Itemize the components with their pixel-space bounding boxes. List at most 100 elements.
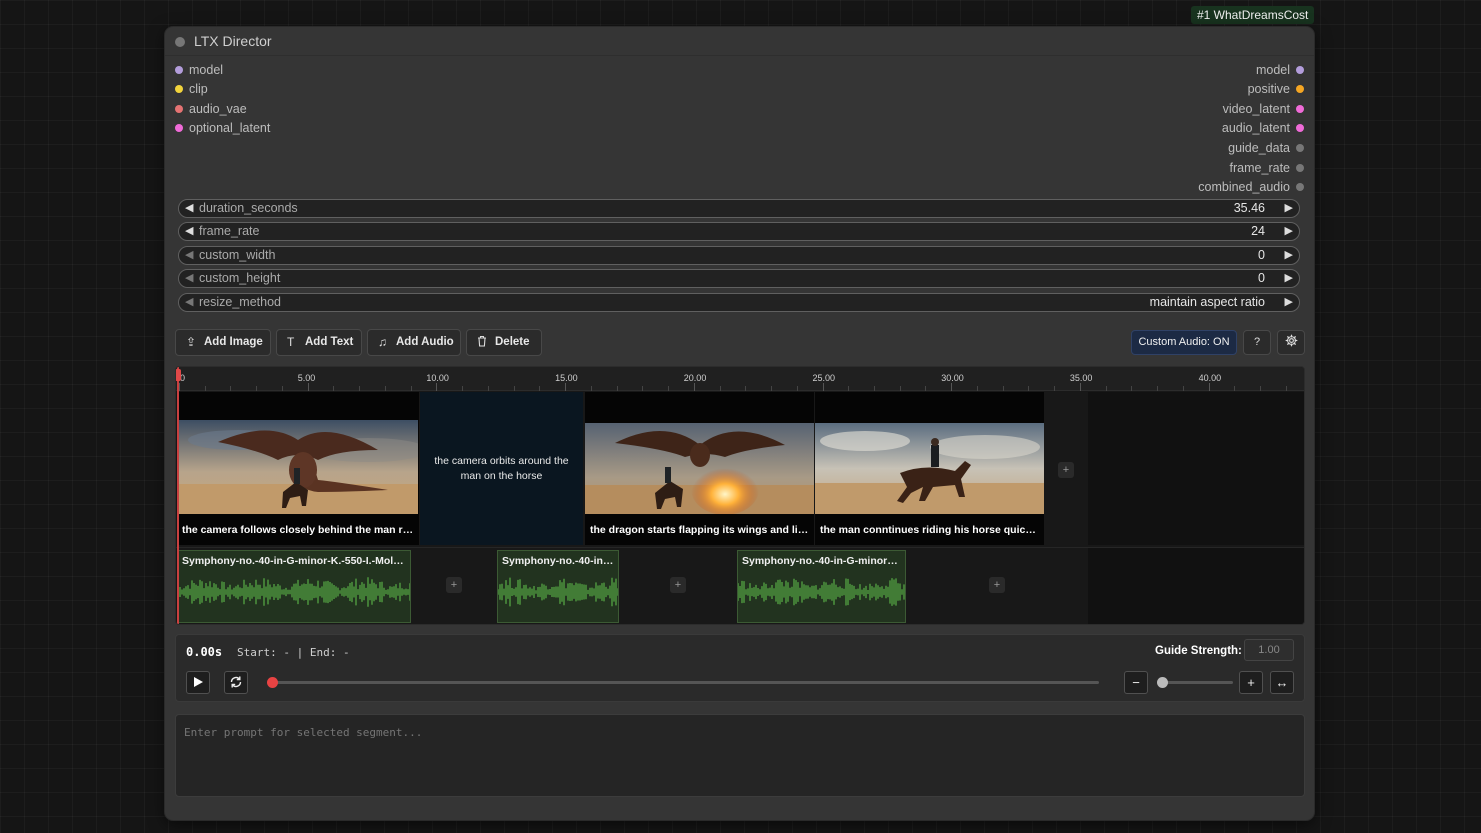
slot-dot-icon[interactable] bbox=[1296, 164, 1304, 172]
input-slot-audio-vae[interactable]: audio_vae bbox=[170, 100, 247, 118]
add-audio-segment-button[interactable]: + bbox=[670, 577, 686, 593]
input-slot-clip[interactable]: clip bbox=[170, 80, 208, 98]
widget-value[interactable]: 0 bbox=[1258, 270, 1265, 287]
decrement-arrow-icon[interactable]: ◀ bbox=[185, 247, 193, 264]
scrubber-knob[interactable] bbox=[267, 677, 278, 688]
audio-segment-name: Symphony-no.-40-in-G-minor-K.-550-I.-Mol… bbox=[182, 555, 406, 567]
slot-dot-icon[interactable] bbox=[1296, 124, 1304, 132]
slot-dot-icon[interactable] bbox=[1296, 183, 1304, 191]
output-slot-guide-data[interactable]: guide_data bbox=[1228, 139, 1309, 157]
audio-segment-1[interactable]: Symphony-no.-40-in-G-minor-K.-550-I.-Mol… bbox=[177, 550, 411, 623]
help-button[interactable]: ? bbox=[1243, 330, 1271, 355]
audio-segment-3[interactable]: Symphony-no.-40-in-G-minor-K.-550-I bbox=[737, 550, 906, 623]
increment-arrow-icon[interactable]: ▶ bbox=[1285, 200, 1293, 217]
increment-arrow-icon[interactable]: ▶ bbox=[1285, 247, 1293, 264]
slot-dot-icon[interactable] bbox=[175, 85, 183, 93]
video-segment-2-text[interactable]: the camera orbits around the man on the … bbox=[420, 392, 583, 545]
custom-audio-toggle[interactable]: Custom Audio: ON bbox=[1131, 330, 1237, 355]
input-slot-optional-latent[interactable]: optional_latent bbox=[170, 119, 270, 137]
ltx-director-node[interactable]: LTX Director model clip audio_vae option… bbox=[165, 27, 1314, 820]
slot-dot-icon[interactable] bbox=[175, 105, 183, 113]
decrement-arrow-icon[interactable]: ◀ bbox=[185, 223, 193, 240]
widget-value[interactable]: 35.46 bbox=[1234, 200, 1265, 217]
input-slot-model[interactable]: model bbox=[170, 61, 223, 79]
ruler-tick bbox=[873, 386, 875, 391]
ruler-label: 35.00 bbox=[1069, 373, 1093, 383]
guide-strength-input[interactable]: 1.00 bbox=[1244, 639, 1294, 661]
increment-arrow-icon[interactable]: ▶ bbox=[1285, 270, 1293, 287]
widget-value[interactable]: 0 bbox=[1258, 247, 1265, 264]
widget-custom-width[interactable]: ◀ custom_width 0 ▶ bbox=[178, 246, 1300, 265]
widget-frame-rate[interactable]: ◀ frame_rate 24 ▶ bbox=[178, 222, 1300, 241]
output-slot-frame-rate[interactable]: frame_rate bbox=[1230, 159, 1309, 177]
settings-button[interactable] bbox=[1277, 330, 1305, 355]
upload-icon: ⇪ bbox=[186, 335, 197, 349]
add-audio-button[interactable]: ♫ Add Audio bbox=[367, 329, 461, 356]
button-label: Add Audio bbox=[396, 336, 454, 348]
segment-caption: the camera follows closely behind the ma… bbox=[182, 524, 415, 536]
segment-thumbnail bbox=[585, 423, 814, 514]
output-slot-video-latent[interactable]: video_latent bbox=[1223, 100, 1309, 118]
play-button[interactable] bbox=[186, 671, 210, 694]
output-slot-positive[interactable]: positive bbox=[1248, 80, 1309, 98]
video-segment-1[interactable]: the camera follows closely behind the ma… bbox=[177, 392, 419, 545]
ruler-tick bbox=[410, 386, 412, 391]
ruler-tick bbox=[256, 386, 258, 391]
ruler-tick bbox=[1028, 386, 1030, 391]
add-text-button[interactable]: T Add Text bbox=[276, 329, 362, 356]
decrement-arrow-icon[interactable]: ◀ bbox=[185, 270, 193, 287]
ruler-tick bbox=[899, 386, 901, 391]
collapse-dot-icon[interactable] bbox=[175, 37, 185, 47]
delete-button[interactable]: Delete bbox=[466, 329, 542, 356]
slot-label: model bbox=[1255, 63, 1290, 77]
segment-prompt-input[interactable] bbox=[175, 714, 1305, 797]
output-slot-combined-audio[interactable]: combined_audio bbox=[1198, 178, 1309, 196]
slot-dot-icon[interactable] bbox=[1296, 66, 1304, 74]
decrement-arrow-icon[interactable]: ◀ bbox=[185, 294, 193, 311]
slot-dot-icon[interactable] bbox=[175, 124, 183, 132]
fit-timeline-button[interactable]: ↔ bbox=[1270, 671, 1294, 694]
segment-thumbnail bbox=[815, 423, 1044, 514]
decrement-arrow-icon[interactable]: ◀ bbox=[185, 200, 193, 217]
playhead[interactable] bbox=[176, 367, 181, 624]
audio-track[interactable]: Symphony-no.-40-in-G-minor-K.-550-I.-Mol… bbox=[176, 547, 1304, 624]
increment-arrow-icon[interactable]: ▶ bbox=[1285, 294, 1293, 311]
ruler-label: 15.00 bbox=[555, 373, 578, 383]
slot-dot-icon[interactable] bbox=[175, 66, 183, 74]
zoom-knob[interactable] bbox=[1157, 677, 1168, 688]
ruler-tick bbox=[1182, 386, 1184, 391]
audio-segment-2[interactable]: Symphony-no.-40-in-G-minor-K.-550 bbox=[497, 550, 619, 623]
widget-custom-height[interactable]: ◀ custom_height 0 ▶ bbox=[178, 269, 1300, 288]
add-audio-segment-button[interactable]: + bbox=[446, 577, 462, 593]
zoom-slider[interactable] bbox=[1157, 677, 1233, 688]
ruler-tick bbox=[1157, 386, 1159, 391]
current-time: 0.00s bbox=[186, 645, 223, 659]
widget-value[interactable]: maintain aspect ratio bbox=[1150, 294, 1265, 311]
node-title-bar[interactable]: LTX Director bbox=[165, 27, 1314, 56]
widget-duration-seconds[interactable]: ◀ duration_seconds 35.46 ▶ bbox=[178, 199, 1300, 218]
timeline[interactable]: 0 5.00 10.00 15.00 20.00 25.00 30.00 35.00 40.00 bbox=[175, 366, 1305, 625]
video-segment-3[interactable]: the dragon starts flapping its wings and… bbox=[585, 392, 814, 545]
slot-dot-icon[interactable] bbox=[1296, 105, 1304, 113]
playback-scrubber[interactable] bbox=[267, 677, 1099, 688]
widget-value[interactable]: 24 bbox=[1251, 223, 1265, 240]
video-track[interactable]: the camera follows closely behind the ma… bbox=[176, 392, 1304, 545]
slot-label: positive bbox=[1247, 82, 1290, 96]
output-slot-audio-latent[interactable]: audio_latent bbox=[1222, 119, 1309, 137]
loop-button[interactable] bbox=[224, 671, 248, 694]
playhead-handle[interactable] bbox=[176, 369, 181, 381]
node-id-badge: #1 WhatDreamsCost bbox=[1191, 6, 1315, 24]
add-video-segment-button[interactable]: + bbox=[1058, 462, 1074, 478]
add-audio-segment-button[interactable]: + bbox=[989, 577, 1005, 593]
increment-arrow-icon[interactable]: ▶ bbox=[1285, 223, 1293, 240]
slot-dot-icon[interactable] bbox=[1296, 85, 1304, 93]
output-slot-model[interactable]: model bbox=[1256, 61, 1309, 79]
zoom-in-button[interactable]: + bbox=[1239, 671, 1263, 694]
video-segment-4[interactable]: the man conntinues riding his horse quic… bbox=[815, 392, 1044, 545]
widget-resize-method[interactable]: ◀ resize_method maintain aspect ratio ▶ bbox=[178, 293, 1300, 312]
time-ruler[interactable]: 0 5.00 10.00 15.00 20.00 25.00 30.00 35.00 40.00 bbox=[176, 367, 1304, 391]
slot-label: audio_vae bbox=[189, 102, 247, 116]
add-image-button[interactable]: ⇪ Add Image bbox=[175, 329, 271, 356]
slot-dot-icon[interactable] bbox=[1296, 144, 1304, 152]
zoom-out-button[interactable]: − bbox=[1124, 671, 1148, 694]
